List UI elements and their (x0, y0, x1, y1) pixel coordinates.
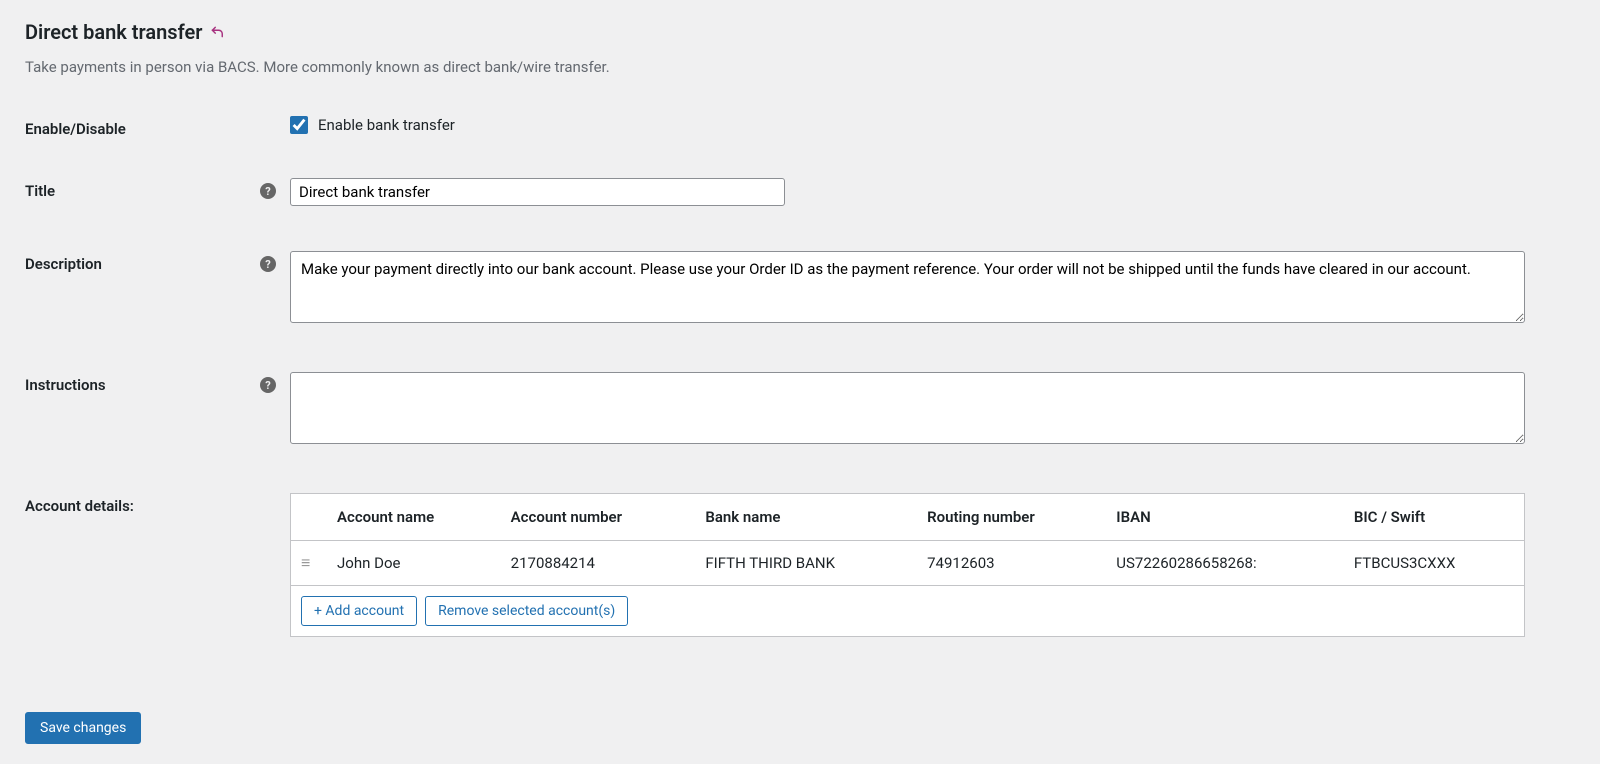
col-routing: Routing number (917, 494, 1106, 541)
cell-bank-name[interactable]: FIFTH THIRD BANK (695, 541, 917, 586)
description-row: Description ? (25, 251, 1575, 327)
title-input[interactable] (290, 178, 785, 206)
help-icon[interactable]: ? (260, 183, 276, 199)
instructions-row: Instructions ? (25, 372, 1575, 448)
page-title: Direct bank transfer (25, 20, 1575, 44)
account-details-label: Account details: (25, 493, 290, 515)
instructions-label: Instructions ? (25, 372, 290, 394)
help-icon[interactable]: ? (260, 377, 276, 393)
help-icon[interactable]: ? (260, 256, 276, 272)
accounts-table: Account name Account number Bank name Ro… (291, 494, 1524, 586)
col-iban: IBAN (1106, 494, 1344, 541)
title-row: Title ? (25, 178, 1575, 206)
description-label: Description ? (25, 251, 290, 273)
drag-handle-icon[interactable]: ≡ (301, 553, 310, 573)
page-title-text: Direct bank transfer (25, 20, 202, 44)
col-bank-name: Bank name (695, 494, 917, 541)
enable-checkbox-label: Enable bank transfer (318, 116, 455, 134)
accounts-container: Account name Account number Bank name Ro… (290, 493, 1525, 637)
table-row[interactable]: ≡ John Doe 2170884214 FIFTH THIRD BANK 7… (291, 541, 1524, 586)
remove-account-button[interactable]: Remove selected account(s) (425, 596, 628, 626)
cell-iban[interactable]: US72260286658268: (1106, 541, 1344, 586)
cell-account-name[interactable]: John Doe (327, 541, 501, 586)
col-bic: BIC / Swift (1344, 494, 1524, 541)
add-account-button[interactable]: + Add account (301, 596, 417, 626)
back-link-icon[interactable] (210, 25, 224, 39)
col-account-name: Account name (327, 494, 501, 541)
enable-disable-label: Enable/Disable (25, 116, 290, 138)
cell-bic[interactable]: FTBCUS3CXXX (1344, 541, 1524, 586)
instructions-textarea[interactable] (290, 372, 1525, 444)
page-subtitle: Take payments in person via BACS. More c… (25, 58, 1575, 76)
cell-routing[interactable]: 74912603 (917, 541, 1106, 586)
enable-checkbox[interactable] (290, 116, 308, 134)
title-label: Title ? (25, 178, 290, 200)
col-account-number: Account number (501, 494, 696, 541)
enable-disable-row: Enable/Disable Enable bank transfer (25, 116, 1575, 138)
description-textarea[interactable] (290, 251, 1525, 323)
cell-account-number[interactable]: 2170884214 (501, 541, 696, 586)
account-details-row: Account details: Account name Account nu… (25, 493, 1575, 637)
save-button[interactable]: Save changes (25, 712, 141, 744)
